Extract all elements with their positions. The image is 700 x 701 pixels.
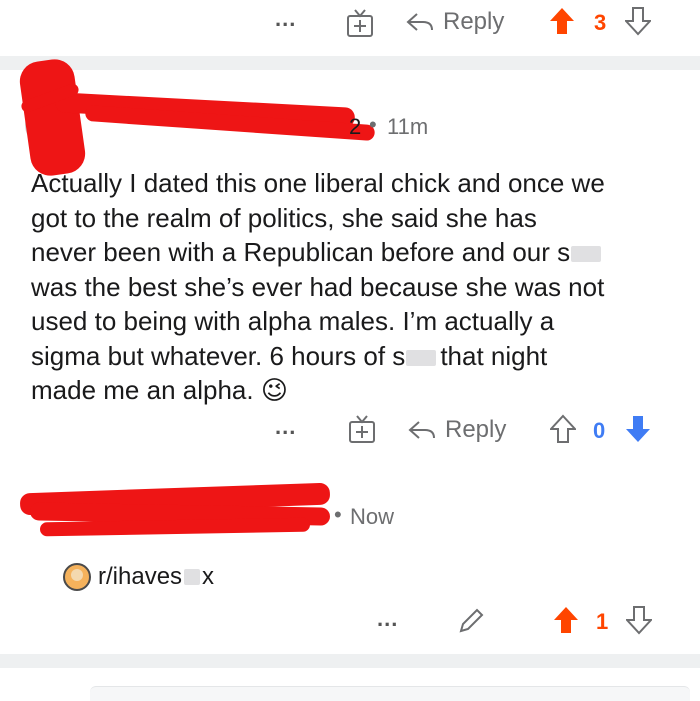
reply-arrow-icon xyxy=(406,13,433,31)
comment-time: 11m xyxy=(387,114,429,139)
downvote-icon[interactable] xyxy=(625,6,651,36)
comment-1-action-row: ... Reply 0 xyxy=(0,406,700,450)
vote-count: 0 xyxy=(593,418,606,443)
comment-line: made me an alpha. 😉 xyxy=(31,375,288,405)
meta-dot: • xyxy=(334,502,342,527)
reply-label: Reply xyxy=(443,8,505,35)
vote-count: 1 xyxy=(596,609,609,634)
comment-line: Actually I dated this one liberal chick … xyxy=(31,168,605,198)
comment-2-action-row: ... 1 xyxy=(0,598,700,642)
reply-label: Reply xyxy=(445,416,507,443)
censor-blur xyxy=(184,569,201,585)
top-action-row: ... Reply 3 xyxy=(0,0,700,44)
wink-emoji: 😉 xyxy=(260,375,288,405)
comment-line: got to the realm of politics, she said s… xyxy=(31,202,537,233)
section-divider xyxy=(0,654,700,668)
section-divider xyxy=(0,56,700,70)
upvote-icon[interactable] xyxy=(550,414,576,444)
upvote-icon[interactable] xyxy=(553,605,579,635)
comment-username-suffix: 2 xyxy=(349,114,362,139)
award-icon[interactable] xyxy=(346,8,374,38)
meta-dot: • xyxy=(369,112,377,137)
comment-time: Now xyxy=(350,504,395,529)
comment-text: r/ihaves x xyxy=(62,562,214,592)
downvote-icon[interactable] xyxy=(626,605,652,635)
comment-body: Actually I dated this one liberal chick … xyxy=(31,166,681,408)
avatar-icon xyxy=(63,563,91,591)
censor-blur xyxy=(571,246,602,263)
award-icon[interactable] xyxy=(348,414,376,444)
edit-pencil-icon[interactable] xyxy=(456,606,486,636)
downvote-icon[interactable] xyxy=(625,414,651,444)
reply-arrow-icon xyxy=(408,421,435,439)
vote-count: 3 xyxy=(594,10,607,35)
censor-blur xyxy=(406,349,437,366)
more-options-button[interactable]: ... xyxy=(275,6,296,32)
reply-button[interactable]: Reply xyxy=(405,8,504,36)
comment-line: used to being with alpha males. I’m actu… xyxy=(31,306,555,336)
comment-line: never been with a Republican before and … xyxy=(31,235,681,270)
redaction-mark xyxy=(17,56,88,179)
upvote-icon[interactable] xyxy=(549,6,575,36)
comment-line: was the best she’s ever had because she … xyxy=(31,271,605,302)
next-item-preview xyxy=(90,686,690,701)
reply-button[interactable]: Reply xyxy=(407,416,506,444)
more-options-button[interactable]: ... xyxy=(377,606,398,632)
more-options-button[interactable]: ... xyxy=(275,414,296,440)
comment-line: sigma but whatever. 6 hours of s that nig… xyxy=(31,340,548,371)
